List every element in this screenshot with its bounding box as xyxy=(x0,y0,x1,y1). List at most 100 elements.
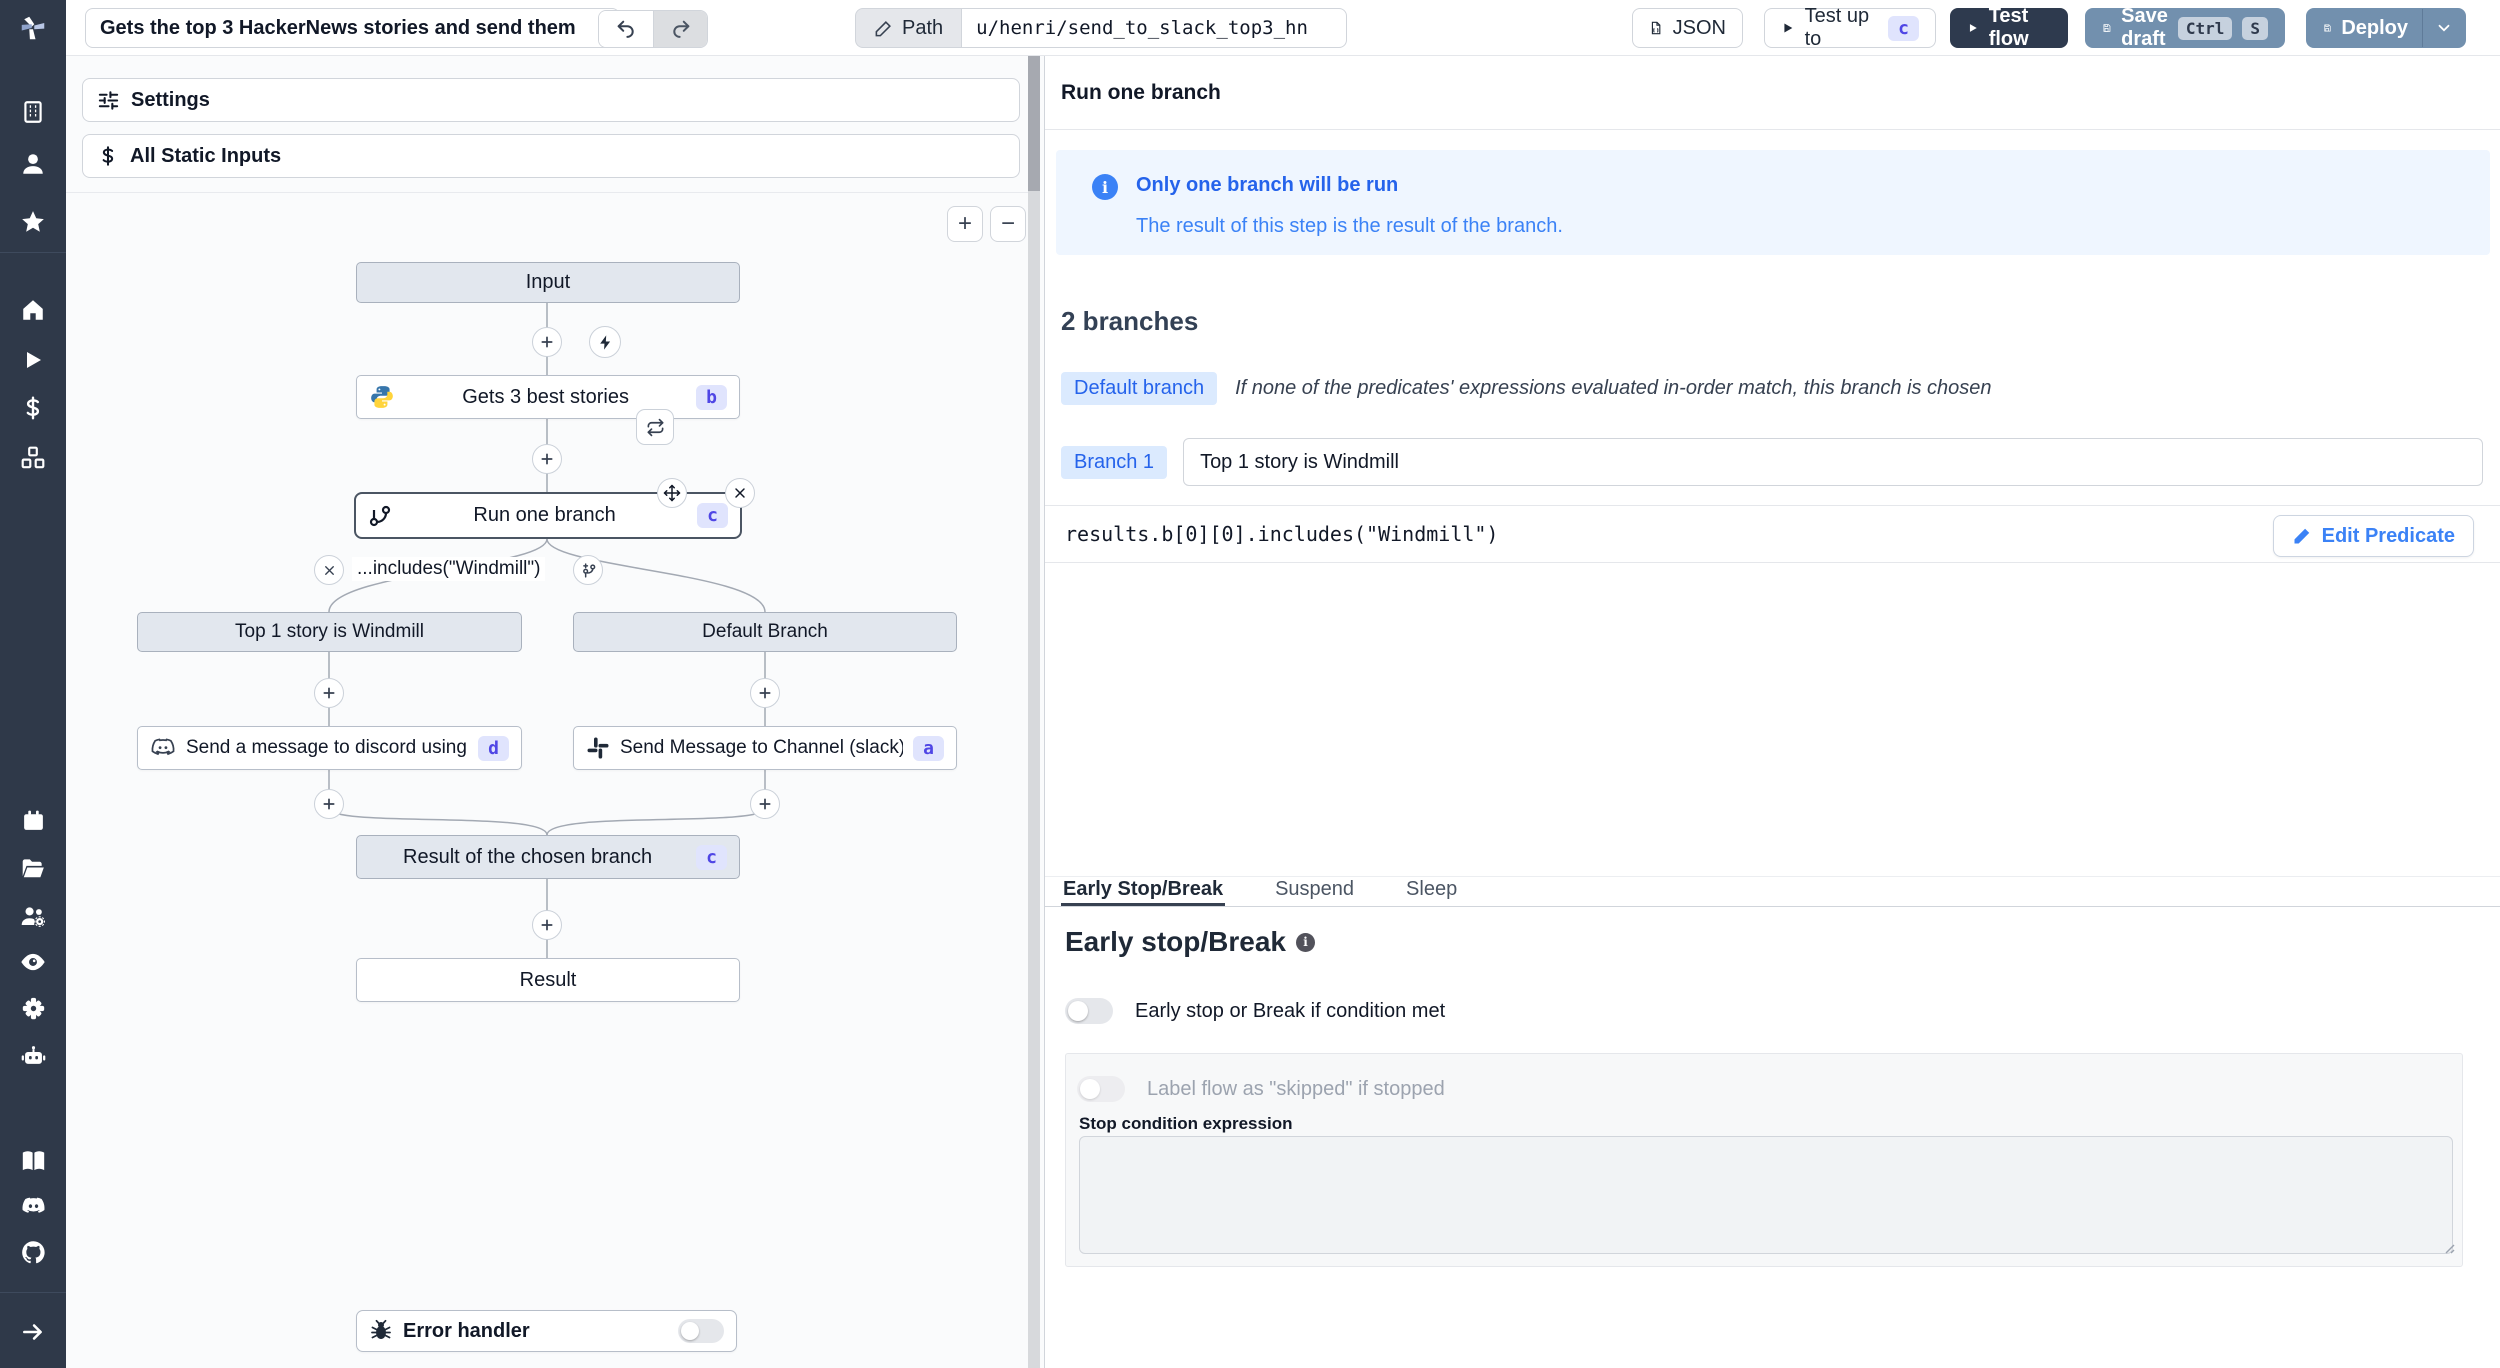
node-branch-windmill[interactable]: Top 1 story is Windmill xyxy=(137,612,522,652)
step-id-badge: d xyxy=(478,735,509,761)
plus-icon xyxy=(541,453,553,465)
save-draft-button[interactable]: Save draft Ctrl S xyxy=(2085,5,2285,50)
node-slack[interactable]: Send Message to Channel (slack) a xyxy=(573,726,957,770)
schedules-calendar-icon[interactable] xyxy=(18,805,48,835)
tab-early-stop-break[interactable]: Early Stop/Break xyxy=(1061,877,1226,906)
default-branch-row: Default branch If none of the predicates… xyxy=(1061,372,1992,405)
early-stop-heading-row: Early stop/Break i xyxy=(1065,926,1315,958)
node-label: Default Branch xyxy=(702,621,828,642)
deploy-dropdown-button[interactable] xyxy=(2422,9,2465,47)
chevron-down-icon xyxy=(2438,24,2450,32)
branch1-summary-input[interactable] xyxy=(1183,438,2483,486)
windmill-logo-icon[interactable] xyxy=(18,13,48,43)
node-branch-default[interactable]: Default Branch xyxy=(573,612,957,652)
audit-eye-icon[interactable] xyxy=(18,947,48,977)
add-step-button[interactable] xyxy=(750,678,780,708)
test-flow-button[interactable]: Test flow xyxy=(1950,5,2068,50)
redo-button[interactable] xyxy=(653,11,707,47)
git-branch-plus-icon xyxy=(582,562,595,578)
add-step-button[interactable] xyxy=(532,327,562,357)
branches-heading: 2 branches xyxy=(1061,306,1199,336)
default-branch-description: If none of the predicates' expressions e… xyxy=(1235,377,1992,399)
add-step-button[interactable] xyxy=(750,789,780,819)
deploy-button[interactable]: Deploy xyxy=(2306,8,2466,48)
add-step-button[interactable] xyxy=(532,910,562,940)
docs-book-icon[interactable] xyxy=(18,1145,48,1175)
plus-icon xyxy=(323,687,335,699)
user-icon[interactable] xyxy=(18,149,48,179)
node-label: Input xyxy=(525,271,571,293)
loop-restart-button[interactable] xyxy=(636,409,674,445)
save-icon xyxy=(2324,24,2331,32)
delete-node-button[interactable] xyxy=(725,478,755,508)
add-branch-button[interactable] xyxy=(573,555,603,585)
resources-boxes-icon[interactable] xyxy=(18,443,48,473)
node-label: Send a message to discord using w... xyxy=(186,737,468,758)
save-draft-label: Save draft xyxy=(2121,5,2168,50)
path-input[interactable] xyxy=(961,8,1348,48)
error-handler-node[interactable]: Error handler xyxy=(356,1310,737,1352)
repeat-icon xyxy=(647,418,663,436)
early-stop-options-panel: Label flow as "skipped" if stopped Stop … xyxy=(1065,1053,2463,1267)
test-up-to-label: Test up to xyxy=(1804,5,1870,50)
bug-icon xyxy=(371,1319,391,1339)
json-button[interactable]: JSON xyxy=(1632,8,1743,48)
node-label: Run one branch xyxy=(473,504,616,526)
skipped-toggle-row: Label flow as "skipped" if stopped xyxy=(1077,1076,1445,1102)
settings-gear-icon[interactable] xyxy=(18,993,48,1023)
node-discord[interactable]: Send a message to discord using w... d xyxy=(137,726,522,770)
add-step-button[interactable] xyxy=(532,444,562,474)
stop-condition-label: Stop condition expression xyxy=(1079,1114,1293,1133)
play-icon xyxy=(1969,24,1977,32)
python-icon xyxy=(371,386,393,408)
step-id-badge: b xyxy=(696,384,727,410)
variables-dollar-icon[interactable] xyxy=(18,393,48,423)
tab-suspend[interactable]: Suspend xyxy=(1273,877,1356,906)
info-banner: i Only one branch will be run The result… xyxy=(1056,150,2490,255)
flow-title-input[interactable] xyxy=(85,8,620,48)
label-skipped-toggle[interactable] xyxy=(1077,1076,1125,1102)
kbd-s: S xyxy=(2242,16,2268,40)
early-stop-heading: Early stop/Break xyxy=(1065,926,1286,957)
node-result-chosen[interactable]: Result of the chosen branch c xyxy=(356,835,740,879)
info-title: Only one branch will be run xyxy=(1136,174,1399,196)
add-step-button[interactable] xyxy=(314,789,344,819)
close-icon xyxy=(324,565,334,575)
collapse-arrow-icon[interactable] xyxy=(18,1317,48,1347)
github-icon[interactable] xyxy=(18,1237,48,1267)
close-icon xyxy=(735,488,745,498)
home-icon[interactable] xyxy=(18,295,48,325)
deploy-label: Deploy xyxy=(2341,16,2408,39)
label-skipped-toggle-label: Label flow as "skipped" if stopped xyxy=(1147,1077,1445,1100)
add-step-button[interactable] xyxy=(314,678,344,708)
folders-icon[interactable] xyxy=(18,853,48,883)
path-field-group: Path xyxy=(855,8,1348,48)
workspace-icon[interactable] xyxy=(18,97,48,127)
test-up-to-button[interactable]: Test up to c xyxy=(1764,5,1936,50)
groups-users-gear-icon[interactable] xyxy=(18,901,48,931)
bolt-icon xyxy=(599,334,610,350)
ai-robot-icon[interactable] xyxy=(18,1041,48,1071)
bottom-tabs: Early Stop/Break Suspend Sleep xyxy=(1045,876,2500,907)
sidebar xyxy=(0,0,66,1368)
edit-predicate-button[interactable]: Edit Predicate xyxy=(2272,515,2474,557)
test-flow-label: Test flow xyxy=(1988,5,2029,50)
node-get-stories[interactable]: Gets 3 best stories b xyxy=(356,375,740,419)
node-input[interactable]: Input xyxy=(356,262,740,303)
remove-branch-button[interactable] xyxy=(314,555,344,585)
early-stop-toggle-row: Early stop or Break if condition met xyxy=(1065,998,1445,1024)
undo-button[interactable] xyxy=(599,11,653,47)
error-handler-toggle[interactable] xyxy=(678,1319,724,1343)
tab-sleep[interactable]: Sleep xyxy=(1404,877,1459,906)
discord-icon[interactable] xyxy=(18,1191,48,1221)
runs-play-icon[interactable] xyxy=(18,345,48,375)
git-branch-icon xyxy=(369,505,391,526)
favorites-star-icon[interactable] xyxy=(18,207,48,237)
plus-icon xyxy=(759,798,771,810)
early-stop-toggle[interactable] xyxy=(1065,998,1113,1024)
move-node-button[interactable] xyxy=(657,478,687,508)
trigger-bolt-button[interactable] xyxy=(589,326,621,358)
node-result[interactable]: Result xyxy=(356,958,740,1002)
stop-condition-textarea[interactable] xyxy=(1079,1136,2453,1254)
node-label: Send Message to Channel (slack) xyxy=(620,737,904,758)
